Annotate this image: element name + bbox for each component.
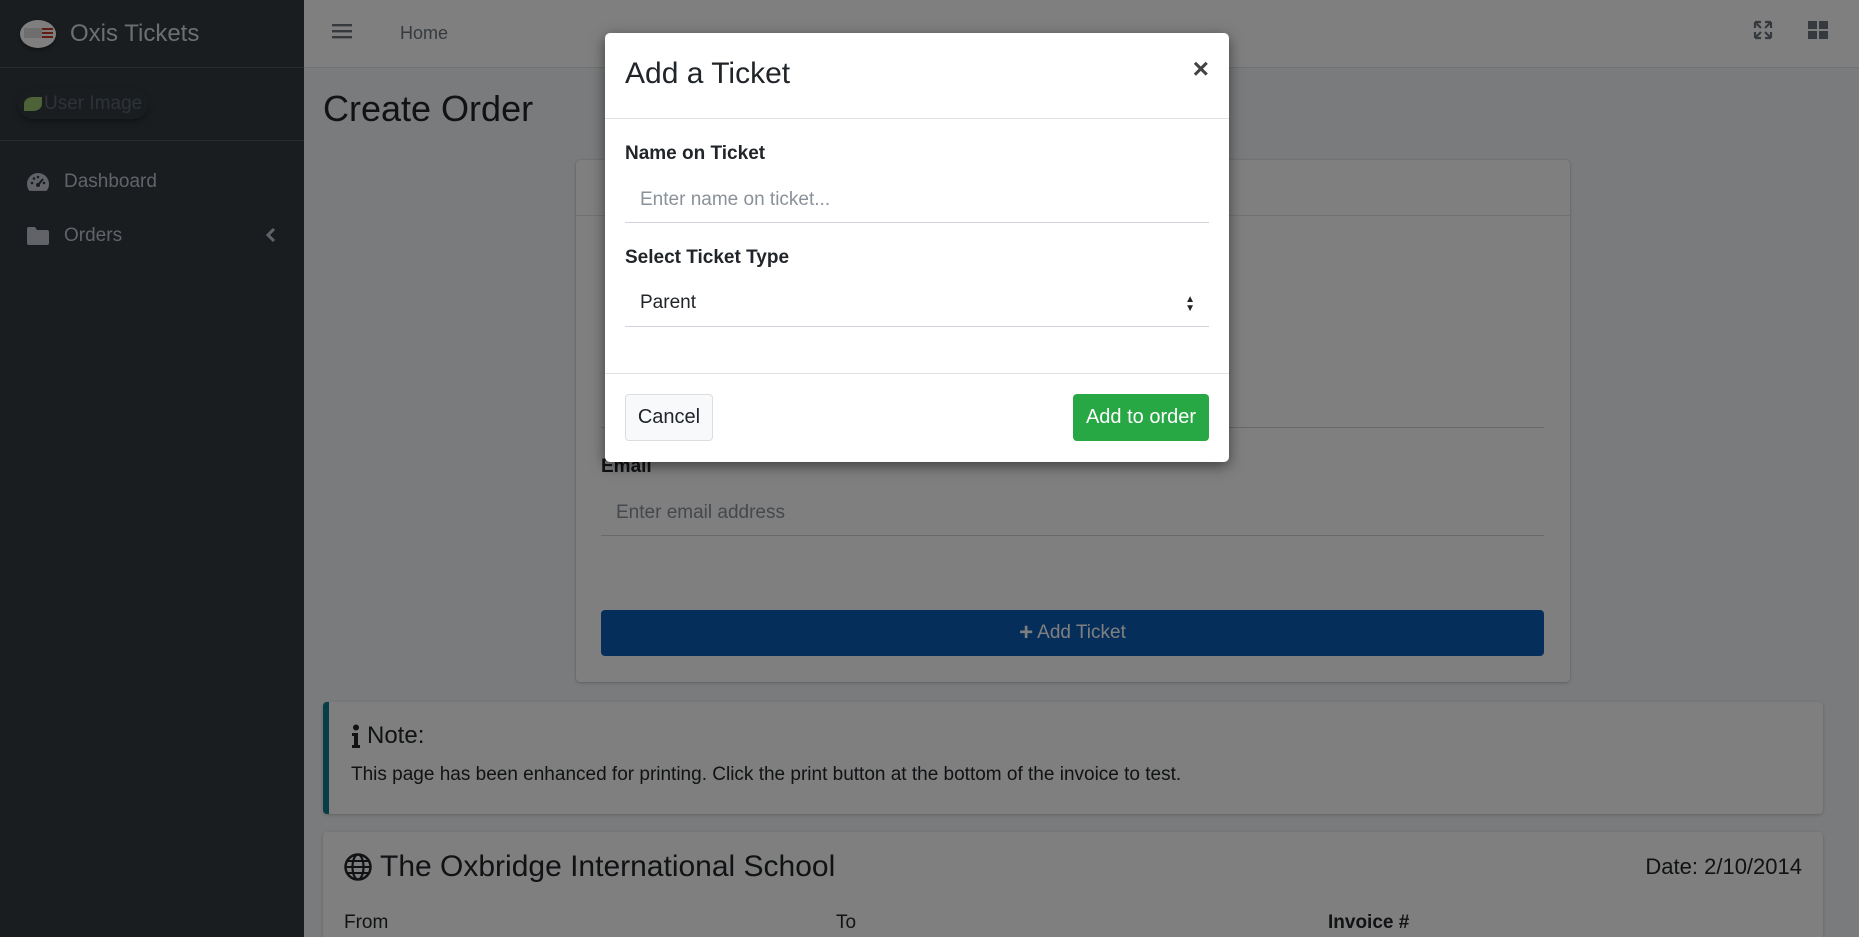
select-arrows-icon: ▲ ▼ bbox=[1185, 294, 1195, 314]
add-to-order-button[interactable]: Add to order bbox=[1073, 394, 1209, 441]
modal-header: Add a Ticket × bbox=[605, 33, 1229, 119]
modal-body: Name on Ticket Enter name on ticket... S… bbox=[605, 119, 1229, 374]
ticket-type-value: Parent bbox=[640, 292, 696, 313]
modal-footer: Cancel Add to order bbox=[605, 374, 1229, 462]
ticket-type-label: Select Ticket Type bbox=[625, 247, 790, 268]
close-icon[interactable]: × bbox=[1193, 55, 1209, 83]
add-ticket-modal: Add a Ticket × Name on Ticket Enter name… bbox=[605, 33, 1229, 462]
ticket-type-select[interactable]: Parent ▲ ▼ bbox=[625, 281, 1209, 327]
name-on-ticket-input[interactable]: Enter name on ticket... bbox=[625, 177, 1209, 223]
cancel-button[interactable]: Cancel bbox=[625, 394, 713, 441]
name-on-ticket-label: Name on Ticket bbox=[625, 143, 766, 164]
modal-title: Add a Ticket bbox=[625, 57, 791, 90]
